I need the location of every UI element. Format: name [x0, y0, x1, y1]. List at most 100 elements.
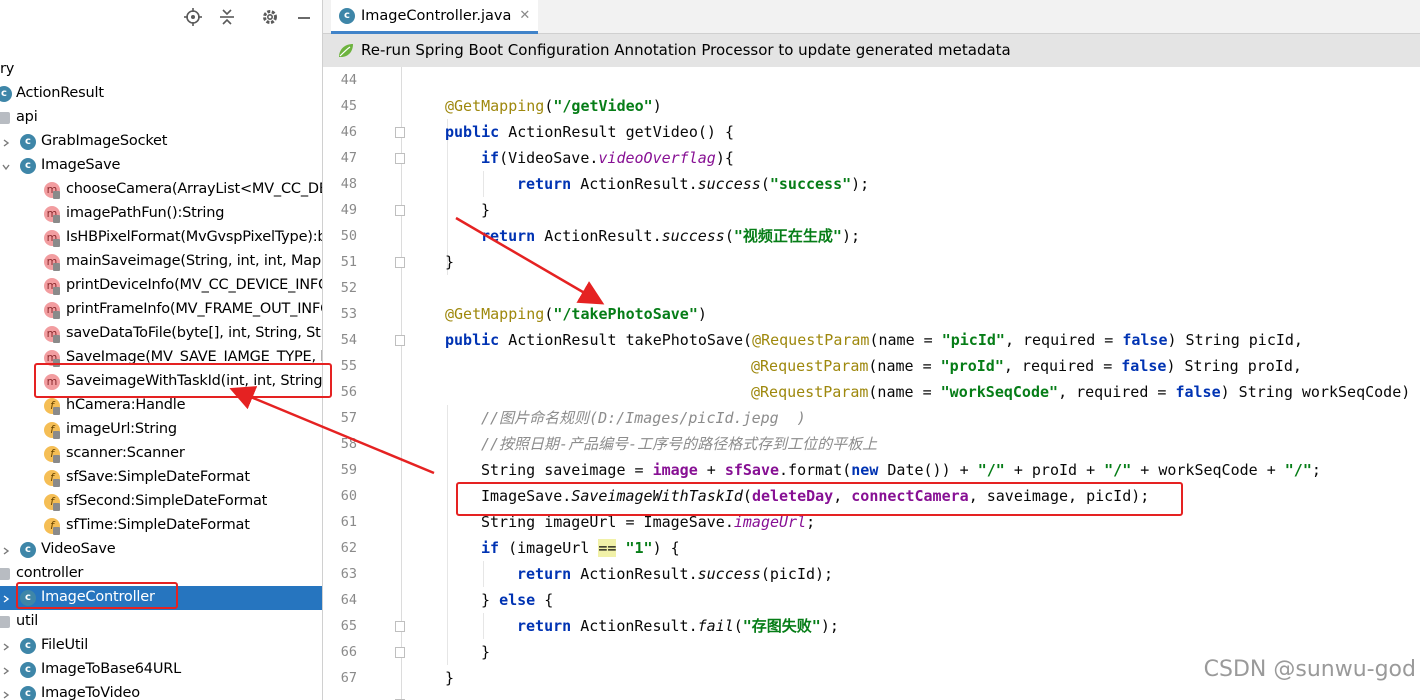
- code-line-50: return ActionResult.success("视频正在生成");: [481, 227, 860, 245]
- notification-bar: Re-run Spring Boot Configuration Annotat…: [323, 34, 1420, 67]
- line-number: 53: [340, 306, 357, 322]
- gear-icon: [263, 10, 277, 24]
- tree-item-label: mainSaveimage(String, int, int, Map<S: [66, 253, 323, 269]
- chevron-right-icon[interactable]: [2, 547, 10, 555]
- tree-item-label: sfTime:SimpleDateFormat: [66, 517, 250, 533]
- tab-imagecontroller[interactable]: c ImageController.java ✕: [331, 0, 539, 34]
- chevron-right-icon[interactable]: [2, 139, 10, 147]
- line-number: 45: [340, 98, 357, 114]
- line-number: 59: [340, 462, 357, 478]
- tree-item-method[interactable]: m printDeviceInfo(MV_CC_DEVICE_INFO):: [0, 274, 323, 298]
- close-tab-icon[interactable]: ✕: [519, 8, 530, 23]
- collapse-all-button[interactable]: [216, 6, 238, 28]
- tree-item-videosave[interactable]: c VideoSave: [0, 538, 322, 562]
- chevron-right-icon[interactable]: [2, 667, 10, 675]
- chevron-down-icon[interactable]: [2, 163, 10, 171]
- chevron-right-icon[interactable]: [2, 643, 10, 651]
- tree-item-util-package[interactable]: util: [0, 610, 322, 634]
- tree-item-label: printFrameInfo(MV_FRAME_OUT_INFO: [66, 301, 323, 317]
- line-number: 60: [340, 488, 357, 504]
- tree-item-label: scanner:Scanner: [66, 445, 185, 461]
- tree-item-field[interactable]: f scanner:Scanner: [0, 442, 322, 466]
- code-line-48: return ActionResult.success("success");: [517, 175, 870, 193]
- tree-item-imagetovideo[interactable]: c ImageToVideo: [0, 682, 322, 700]
- field-icon: f: [44, 422, 60, 439]
- tree-item-label: FileUtil: [41, 637, 89, 653]
- tab-title: ImageController.java: [361, 7, 512, 24]
- package-icon: [0, 616, 10, 628]
- code-line-45: @GetMapping("/getVideo"): [445, 97, 662, 115]
- code-editor[interactable]: @GetMapping("/getVideo") public ActionRe…: [403, 67, 1420, 700]
- code-line-58: //按照日期-产品编号-工序号的路径格式存到工位的平板上: [481, 435, 878, 453]
- code-line-53: @GetMapping("/takePhotoSave"): [445, 305, 707, 323]
- line-number: 50: [340, 228, 357, 244]
- line-number: 65: [340, 618, 357, 634]
- method-icon: m: [44, 182, 60, 199]
- tree-item-label: ry: [0, 61, 15, 77]
- tree-item-label: ImageToVideo: [41, 685, 140, 700]
- tree-item-actionresult[interactable]: c ActionResult: [0, 82, 322, 106]
- tree-item-label: IsHBPixelFormat(MvGvspPixelType):bo: [66, 229, 323, 245]
- line-number: 51: [340, 254, 357, 270]
- line-number: 47: [340, 150, 357, 166]
- tree-item-field[interactable]: f sfSecond:SimpleDateFormat: [0, 490, 322, 514]
- code-line-59: String saveimage = image + sfSave.format…: [481, 461, 1321, 479]
- tree-item-label: printDeviceInfo(MV_CC_DEVICE_INFO):: [66, 277, 323, 293]
- tree-item-field[interactable]: f sfSave:SimpleDateFormat: [0, 466, 322, 490]
- tree-item-method[interactable]: m saveDataToFile(byte[], int, String, St…: [0, 322, 322, 346]
- tree-item-field[interactable]: f imageUrl:String: [0, 418, 322, 442]
- code-line-63: return ActionResult.success(picId);: [517, 565, 834, 583]
- tree-item-method[interactable]: m imagePathFun():String: [0, 202, 322, 226]
- line-number-gutter: 44 45 46 47 48 49 50 51 52 53 54 55 56 5…: [323, 67, 405, 700]
- code-line-49: }: [481, 201, 491, 219]
- tree-item-method[interactable]: m printFrameInfo(MV_FRAME_OUT_INFO: [0, 298, 323, 322]
- highlight-box-tree-controller: [16, 582, 178, 609]
- method-icon: m: [44, 254, 60, 271]
- hide-panel-button[interactable]: [293, 6, 315, 28]
- tree-item-grabimagesocket[interactable]: c GrabImageSocket: [0, 130, 322, 154]
- tree-item-method[interactable]: m mainSaveimage(String, int, int, Map<S: [0, 250, 323, 274]
- class-icon: c: [20, 638, 36, 654]
- tree-item-label: sfSave:SimpleDateFormat: [66, 469, 250, 485]
- minimize-icon: [298, 17, 310, 19]
- tree-item-imagetobase64url[interactable]: c ImageToBase64URL: [0, 658, 322, 682]
- tree-item-label: imagePathFun():String: [66, 205, 225, 221]
- tree-item-method[interactable]: m IsHBPixelFormat(MvGvspPixelType):bo: [0, 226, 323, 250]
- notification-text[interactable]: Re-run Spring Boot Configuration Annotat…: [361, 41, 1011, 59]
- line-number: 46: [340, 124, 357, 140]
- tree-item-api-package[interactable]: api: [0, 106, 322, 130]
- lock-icon: [53, 455, 60, 463]
- code-line-66: }: [481, 643, 491, 661]
- chevron-right-icon[interactable]: [2, 691, 10, 699]
- tree-item-label: api: [16, 109, 38, 125]
- tree-item-label: sfSecond:SimpleDateFormat: [66, 493, 268, 509]
- spring-leaf-icon: [339, 44, 353, 57]
- highlight-box-code-call: [456, 482, 1183, 516]
- settings-button[interactable]: [259, 6, 281, 28]
- line-number: 49: [340, 202, 357, 218]
- class-icon: c: [20, 134, 36, 150]
- runnable-class-icon: c: [20, 662, 36, 678]
- code-line-54: public ActionResult takePhotoSave(@Reque…: [445, 331, 1303, 349]
- method-icon: m: [44, 302, 60, 319]
- lock-icon: [53, 407, 60, 415]
- tree-item-fileutil[interactable]: c FileUtil: [0, 634, 322, 658]
- project-toolbar: [0, 0, 322, 34]
- class-icon: c: [20, 686, 36, 700]
- field-icon: f: [44, 470, 60, 487]
- code-line-55: @RequestParam(name = "proId", required =…: [751, 357, 1302, 375]
- code-line-57: //图片命名规则(D:/Images/picId.jepg ): [481, 409, 806, 427]
- tree-item-label: imageUrl:String: [66, 421, 177, 437]
- tree-item-imagesave[interactable]: c ImageSave: [0, 154, 322, 178]
- locate-file-button[interactable]: [182, 6, 204, 28]
- line-number: 66: [340, 644, 357, 660]
- tree-item-field[interactable]: f sfTime:SimpleDateFormat: [0, 514, 322, 538]
- line-number: 54: [340, 332, 357, 348]
- tree-item-label: util: [16, 613, 39, 629]
- lock-icon: [53, 239, 60, 247]
- chevron-right-icon[interactable]: [2, 595, 10, 603]
- line-number: 44: [340, 72, 357, 88]
- tree-item-method[interactable]: m chooseCamera(ArrayList<MV_CC_DEVI: [0, 178, 322, 202]
- crosshair-icon: [184, 8, 202, 26]
- tree-item-ry[interactable]: ry: [0, 58, 322, 82]
